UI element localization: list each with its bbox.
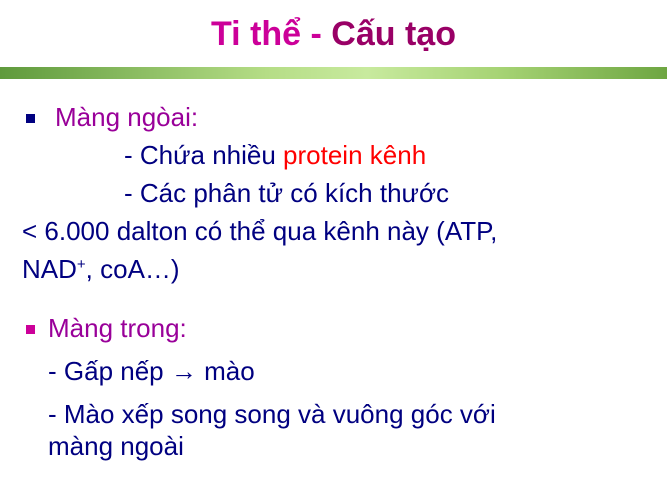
nad-superscript: + bbox=[76, 256, 86, 273]
outer-membrane-line-4: NAD+, coA…) bbox=[22, 253, 180, 285]
inner-membrane-heading: Màng trong: bbox=[48, 313, 187, 343]
bullet-square-1 bbox=[26, 114, 35, 123]
bullet-square-2 bbox=[26, 325, 35, 334]
title-part-2: Cấu tạo bbox=[331, 15, 456, 53]
title-divider bbox=[0, 67, 667, 79]
slide-title: Ti thể - Cấu tạo bbox=[0, 12, 667, 56]
outer-membrane-heading: Màng ngòai: bbox=[55, 102, 199, 132]
inner-membrane-line-1: - Gấp nếp → mào bbox=[48, 356, 255, 386]
protein-channel-highlight: protein kênh bbox=[283, 140, 427, 170]
outer-membrane-line-2: - Các phân tử có kích thước bbox=[124, 178, 449, 208]
inner-membrane-line-2: - Mào xếp song song và vuông góc với bbox=[48, 399, 496, 429]
outer-membrane-line-1: - Chứa nhiều protein kênh bbox=[124, 139, 426, 171]
nad-text: NAD bbox=[22, 254, 77, 284]
coa-text: , coA…) bbox=[85, 254, 180, 284]
outer-membrane-line-1-prefix: - Chứa nhiều bbox=[124, 140, 284, 170]
inner-membrane-line-3: màng ngoài bbox=[48, 431, 184, 461]
title-part-1: Ti thể - bbox=[211, 15, 332, 53]
outer-membrane-line-3: < 6.000 dalton có thể qua kênh này (ATP, bbox=[22, 216, 498, 246]
